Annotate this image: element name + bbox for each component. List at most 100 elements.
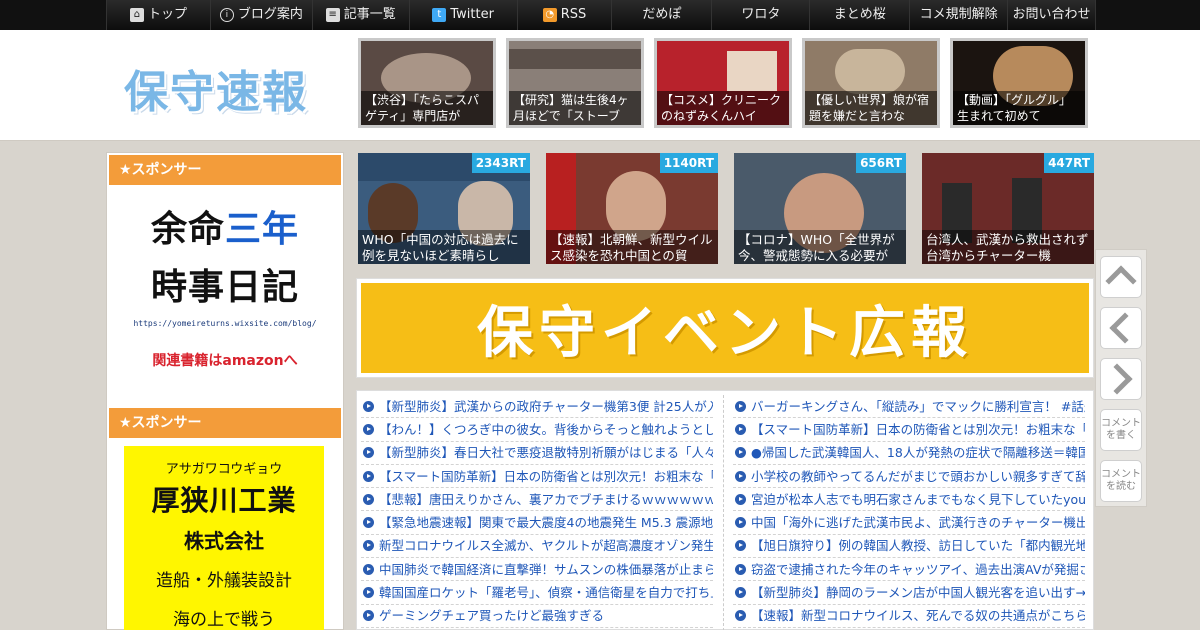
list-item-title: ●帰国した武漢韓国人、18人が発熱の症状で隔離移送＝韓国の <box>751 445 1085 461</box>
list-item[interactable]: 【悲報】唐田えりかさん、裏アカでブチまけるｗｗｗｗｗｗ <box>361 488 713 512</box>
list-item[interactable]: 窃盗で逮捕された今年のキャッツアイ、過去出演AVが発掘され <box>733 558 1085 582</box>
nav-item-blog-guide[interactable]: i ブログ案内 <box>210 0 313 30</box>
bullet-arrow-icon <box>735 447 746 459</box>
list-item[interactable]: ゲーミングチェア買ったけど最強すぎる <box>361 605 713 628</box>
read-comment-button[interactable]: コメントを読む <box>1100 460 1142 502</box>
bullet-arrow-icon <box>735 400 746 412</box>
nav-item-damepo[interactable]: だめぽ <box>612 0 713 30</box>
write-comment-button[interactable]: コメントを書く <box>1100 409 1142 451</box>
article-list-box: 【新型肺炎】武漢からの政府チャーター機第3便 計25人が入院【わん！】くつろぎ中… <box>356 390 1094 630</box>
list-item[interactable]: 【緊急地震速報】関東で最大震度4の地震発生 M5.3 震源地は茨城 <box>361 511 713 535</box>
thumb-caption: 【渋谷】「たらこスパゲティ」専門店が <box>361 91 493 125</box>
featured-thumb[interactable]: 【優しい世界】娘が宿題を嫌だと言わな <box>802 38 940 128</box>
next-article-button[interactable] <box>1100 358 1142 400</box>
rt-count-badge: 2343RT <box>471 153 530 173</box>
rt-card[interactable]: 656RT 【コロナ】WHO「全世界が今、警戒態勢に入る必要が <box>734 153 906 264</box>
nav-label: まとめ桜 <box>833 7 886 22</box>
nav-label: RSS <box>560 7 587 22</box>
featured-thumb[interactable]: 【渋谷】「たらこスパゲティ」専門店が <box>358 38 496 128</box>
article-list-left: 【新型肺炎】武漢からの政府チャーター機第3便 計25人が入院【わん！】くつろぎ中… <box>361 395 713 628</box>
list-item-title: ゲーミングチェア買ったけど最強すぎる <box>379 608 605 624</box>
nav-item-article-list[interactable]: ≡ 記事一覧 <box>312 0 410 30</box>
thumb-caption: 【優しい世界】娘が宿題を嫌だと言わな <box>805 91 937 125</box>
list-item-title: 【スマート国防革新】日本の防衛省とは別次元！お粗末な「韓 <box>379 468 713 484</box>
bullet-arrow-icon <box>363 423 374 435</box>
nav-item-top[interactable]: ⌂ トップ <box>107 0 211 30</box>
ad-business: 造船・外艤装設計 <box>156 571 292 591</box>
list-item[interactable]: 【旭日旗狩り】例の韓国人教授、訪日していた「都内観光地、 <box>733 535 1085 559</box>
bullet-arrow-icon <box>735 540 746 552</box>
rt-card[interactable]: 447RT 台湾人、武漢から救出されず 台湾からチャーター機 <box>922 153 1094 264</box>
featured-thumb[interactable]: 【研究】猫は生後4ヶ月ほどで「ストーブ <box>506 38 644 128</box>
list-item[interactable]: 【スマート国防革新】日本の防衛省とは別次元！お粗末な「韓 <box>733 418 1085 442</box>
nav-item-warota[interactable]: ワロタ <box>712 0 811 30</box>
sponsor-ad-yomei[interactable]: 余命三年 時事日記 https://yomeireturns.wixsite.c… <box>125 201 325 377</box>
bullet-arrow-icon <box>363 447 374 459</box>
list-item-title: 【わん！】くつろぎ中の彼女。背後からそっと触れようとしたら <box>379 421 713 437</box>
list-item-title: 韓国国産ロケット「羅老号」、偵察・通信衛星を自力で打ち上げ <box>379 585 713 601</box>
rt-card[interactable]: 2343RT WHO「中国の対応は過去に例を見ないほど素晴らし <box>358 153 530 264</box>
list-item-title: 中国「海外に逃げた武漢市民よ、武漢行きのチャーター機出す <box>751 515 1085 531</box>
sponsor-heading: ★スポンサー <box>109 155 341 185</box>
nav-label: 記事一覧 <box>343 7 396 22</box>
list-item[interactable]: 宮迫が松本人志でも明石家さんまでもなく見下していたyoutuber <box>733 488 1085 512</box>
list-item[interactable]: ●帰国した武漢韓国人、18人が発熱の症状で隔離移送＝韓国の <box>733 442 1085 465</box>
scroll-top-button[interactable] <box>1100 256 1142 298</box>
rss-icon: ◔ <box>542 8 557 22</box>
nav-item-twitter[interactable]: t Twitter <box>409 0 518 30</box>
list-item-title: 【悲報】唐田えりかさん、裏アカでブチまけるｗｗｗｗｗｗ <box>379 491 713 507</box>
bullet-arrow-icon <box>363 493 374 505</box>
ad-title-line-1: 余命三年 <box>150 209 300 250</box>
rt-count-badge: 447RT <box>1044 153 1094 173</box>
site-logo[interactable]: 保守速報 <box>124 56 308 120</box>
list-item-title: 新型コロナウイルス全滅か、ヤクルトが超高濃度オゾン発生機 <box>379 538 713 554</box>
list-item[interactable]: 韓国国産ロケット「羅老号」、偵察・通信衛星を自力で打ち上げ <box>361 581 713 605</box>
nav-item-contact[interactable]: お問い合わせ <box>1008 0 1097 30</box>
bullet-arrow-icon <box>735 517 746 529</box>
featured-thumb[interactable]: 【動画】「グルグル」生まれて初めて <box>950 38 1088 128</box>
nav-label: お問い合わせ <box>1012 7 1091 22</box>
thumb-caption: 【研究】猫は生後4ヶ月ほどで「ストーブ <box>509 91 641 125</box>
list-item[interactable]: 【わん！】くつろぎ中の彼女。背後からそっと触れようとしたら <box>361 418 713 442</box>
chevron-left-icon <box>1109 312 1141 344</box>
list-item[interactable]: 【新型肺炎】武漢からの政府チャーター機第3便 計25人が入院 <box>361 395 713 419</box>
thumb-caption: 【動画】「グルグル」生まれて初めて <box>953 91 1085 125</box>
nav-label: コメ規制解除 <box>919 7 998 22</box>
bullet-arrow-icon <box>363 517 374 529</box>
floating-nav-buttons: コメントを書く コメントを読む <box>1095 249 1147 507</box>
rt-count-badge: 1140RT <box>659 153 718 173</box>
chevron-right-icon <box>1101 363 1133 395</box>
list-item-title: 小学校の教師やってるんだがまじで頭おかしい親多すぎて辞め <box>751 468 1085 484</box>
list-item[interactable]: 【スマート国防革新】日本の防衛省とは別次元！お粗末な「韓 <box>361 465 713 489</box>
nav-item-comment-unblock[interactable]: コメ規制解除 <box>910 0 1009 30</box>
list-item[interactable]: 【新型肺炎】春日大社で悪疫退散特別祈願がはじまる「人々が <box>361 442 713 465</box>
nav-item-rss[interactable]: ◔ RSS <box>517 0 613 30</box>
list-item-title: 中国肺炎で韓国経済に直撃弾！サムスンの株価暴落が止まらな <box>379 561 713 577</box>
event-banner[interactable]: 保守イベント広報 <box>356 278 1094 378</box>
list-item-title: バーガーキングさん、「縦読み」でマックに勝利宣言！ #話題 <box>751 398 1085 414</box>
nav-item-matome-sakura[interactable]: まとめ桜 <box>810 0 911 30</box>
list-item[interactable]: 中国肺炎で韓国経済に直撃弾！サムスンの株価暴落が止まらな <box>361 558 713 582</box>
bullet-arrow-icon <box>735 563 746 575</box>
ad-title-line-2: 時事日記 <box>150 267 299 308</box>
list-item[interactable]: 新型コロナウイルス全滅か、ヤクルトが超高濃度オゾン発生機 <box>361 535 713 559</box>
list-item[interactable]: バーガーキングさん、「縦読み」でマックに勝利宣言！ #話題 <box>733 395 1085 419</box>
nav-label: トップ <box>147 7 187 22</box>
list-item[interactable]: 【速報】新型コロナウイルス、死んでる奴の共通点がこちら・・ <box>733 605 1085 628</box>
amazon-link[interactable]: 関連書籍はamazonへ <box>125 350 325 370</box>
list-item[interactable]: 小学校の教師やってるんだがまじで頭おかしい親多すぎて辞め <box>733 465 1085 489</box>
list-item[interactable]: 【新型肺炎】静岡のラーメン店が中国人観光客を追い出す→中 <box>733 581 1085 605</box>
ad-kana: アサガワコウギョウ <box>165 462 283 477</box>
sponsor-ad-asagawa[interactable]: アサガワコウギョウ 厚狭川工業 株式会社 造船・外艤装設計 海の上で戦う <box>124 446 324 630</box>
featured-thumb[interactable]: 【コスメ】クリニークのねずみくんハイ <box>654 38 792 128</box>
nav-label: Twitter <box>450 7 494 22</box>
prev-article-button[interactable] <box>1100 307 1142 349</box>
rt-card-caption: WHO「中国の対応は過去に例を見ないほど素晴らし <box>358 230 530 264</box>
rt-card[interactable]: 1140RT 【速報】北朝鮮、新型ウイルス感染を恐れ中国との貿 <box>546 153 718 264</box>
read-comment-label: コメントを読む <box>1101 469 1141 492</box>
bullet-arrow-icon <box>735 587 746 599</box>
list-item[interactable]: 中国「海外に逃げた武漢市民よ、武漢行きのチャーター機出す <box>733 511 1085 535</box>
info-icon: i <box>219 8 234 22</box>
bullet-arrow-icon <box>735 610 746 622</box>
ad-url: https://yomeireturns.wixsite.com/blog/ <box>133 319 317 328</box>
